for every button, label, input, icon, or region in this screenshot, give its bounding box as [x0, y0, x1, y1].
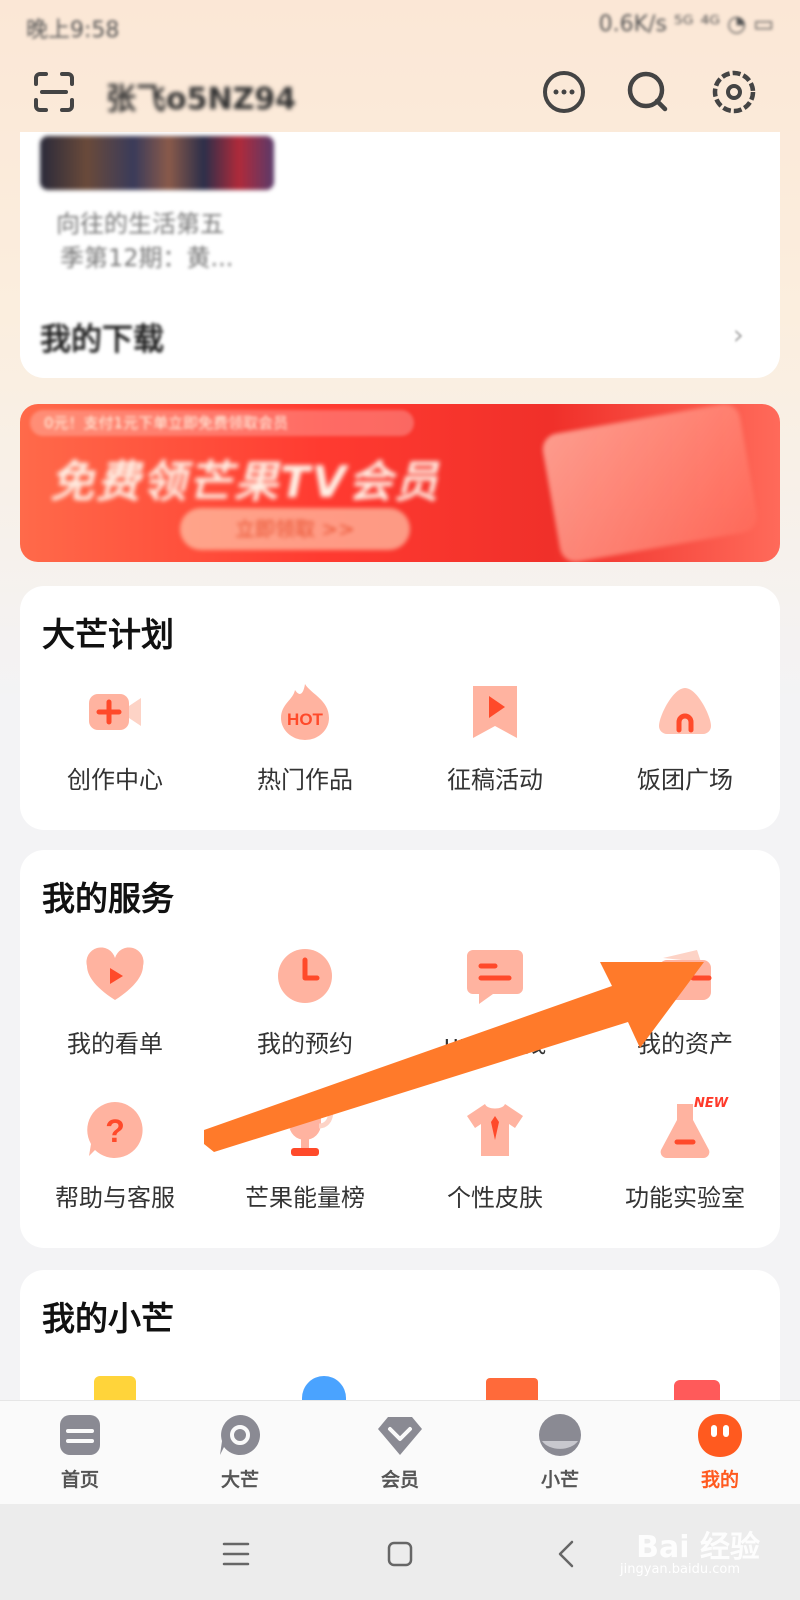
grid-item-label: 征稿活动: [447, 766, 543, 794]
grid-item-up-earnings[interactable]: up主赚钱: [400, 944, 590, 1059]
grid-item-label: 我的预约: [257, 1030, 353, 1058]
nav-label: 首页: [60, 1469, 99, 1491]
grid-item-label: 功能实验室: [625, 1184, 745, 1212]
grid-item-personal-skins[interactable]: 个性皮肤: [400, 1098, 590, 1213]
question-icon: ?: [87, 1102, 143, 1158]
banner-top-text: 0元！支付1元下单立即免费领取会员: [30, 410, 414, 436]
grid-item-label: 个性皮肤: [447, 1184, 543, 1212]
grid-item-my-reservations[interactable]: 我的预约: [210, 944, 400, 1059]
grid-item-my-assets[interactable]: 我的资产: [590, 944, 780, 1059]
grid-item-feature-lab[interactable]: 功能实验室: [590, 1098, 780, 1213]
nav-label: 大芒: [220, 1469, 259, 1491]
heart-play-icon: [86, 947, 144, 1000]
svg-text:?: ?: [105, 1113, 125, 1149]
promo-banner[interactable]: 0元！支付1元下单立即免费领取会员 免费领芒果TV会员 立即领取 >>: [20, 404, 780, 562]
back-icon[interactable]: [548, 1534, 588, 1574]
menu-icon[interactable]: [216, 1534, 256, 1574]
xiaomang-icon: [539, 1414, 581, 1456]
nav-item-mine[interactable]: 我的: [660, 1411, 780, 1492]
bottom-nav: 首页 大芒 会员 小芒 我的: [0, 1400, 800, 1505]
nav-label: 小芒: [540, 1469, 579, 1491]
nav-item-dam[interactable]: 大芒: [180, 1411, 300, 1492]
vip-icon: [378, 1417, 422, 1455]
grid-item-label: 创作中心: [67, 766, 163, 794]
clock-icon: [278, 949, 332, 1003]
grid-item-label: 饭团广场: [637, 766, 733, 794]
username[interactable]: 张飞o5NZ94: [106, 74, 296, 118]
grid-item-label: 芒果能量榜: [245, 1184, 365, 1212]
grid-item-label: 热门作品: [257, 766, 353, 794]
nav-label: 我的: [700, 1469, 739, 1491]
system-nav-bar: Bai 经验 jingyan.baidu.com: [0, 1504, 800, 1600]
nav-item-home[interactable]: 首页: [20, 1411, 140, 1492]
shirt-icon: [467, 1104, 523, 1156]
grid-item-hot-works[interactable]: HOT 热门作品: [210, 680, 400, 795]
my-services-section: 我的服务 我的看单 我的预约 up主赚钱 我的资产 ? 帮助与客服 芒果能量榜 …: [20, 850, 780, 1248]
hot-flame-icon: HOT: [281, 684, 329, 740]
new-badge: NEW: [694, 1096, 729, 1111]
status-time: 晚上9:58: [26, 18, 120, 43]
grid-item-my-watchlist[interactable]: 我的看单: [20, 944, 210, 1059]
search-icon[interactable]: [624, 68, 672, 116]
status-bar: 晚上9:58 0.6K/s ⁵ᴳ ⁴ᴳ ◔ ▭: [0, 0, 800, 50]
wallet-icon: [659, 950, 712, 1000]
message-icon[interactable]: [540, 68, 588, 116]
home-square-icon[interactable]: [380, 1534, 420, 1574]
banner-illustration: [540, 404, 760, 562]
history-card: 向往的生活第五 季第12期：黄... 我的下载 ›: [20, 132, 780, 378]
scan-icon[interactable]: [30, 68, 78, 116]
status-indicators: 0.6K/s ⁵ᴳ ⁴ᴳ ◔ ▭: [598, 12, 774, 37]
cart-icon[interactable]: [486, 1378, 538, 1402]
nav-item-vip[interactable]: 会员: [340, 1411, 460, 1492]
grid-item-label: up主赚钱: [443, 1030, 547, 1058]
grid-item-label: 我的资产: [637, 1030, 733, 1058]
grid-item-submission-events[interactable]: 征稿活动: [400, 680, 590, 795]
my-downloads-link[interactable]: 我的下载: [40, 314, 164, 359]
settings-icon[interactable]: [710, 68, 758, 116]
grid-item-energy-ranking[interactable]: 芒果能量榜: [210, 1098, 400, 1213]
trophy-icon: [276, 1104, 334, 1156]
mine-icon: [698, 1414, 742, 1457]
clipboard-icon[interactable]: [94, 1376, 136, 1402]
home-icon: [60, 1415, 100, 1455]
grid-item-fan-plaza[interactable]: 饭团广场: [590, 680, 780, 795]
section-title: 大芒计划: [42, 615, 174, 654]
watermark-url: jingyan.baidu.com: [620, 1562, 740, 1577]
dam-plan-section: 大芒计划 创作中心 HOT 热门作品 征稿活动 饭团广场: [20, 586, 780, 830]
history-item-title-line1: 向往的生活第五: [56, 210, 224, 238]
watermark-text: Bai 经验: [636, 1530, 760, 1565]
planet-icon[interactable]: [302, 1376, 346, 1402]
rice-ball-icon: [659, 688, 711, 734]
section-title: 我的小芒: [42, 1299, 174, 1338]
chevron-right-icon: ›: [732, 318, 744, 351]
grid-item-help-support[interactable]: ? 帮助与客服: [20, 1098, 210, 1213]
history-thumbnail[interactable]: [40, 136, 274, 190]
dam-icon: [220, 1415, 260, 1455]
banner-title: 免费领芒果TV会员: [50, 457, 441, 508]
grid-item-label: 帮助与客服: [55, 1184, 175, 1212]
banner-claim-button[interactable]: 立即领取 >>: [180, 508, 410, 550]
play-bookmark-icon: [473, 686, 517, 738]
top-bar: 张飞o5NZ94: [0, 60, 800, 132]
chat-bubble-icon: [467, 950, 523, 1004]
history-item-title-line2: 季第12期：黄...: [60, 244, 234, 272]
grid-item-label: 我的看单: [67, 1030, 163, 1058]
svg-text:HOT: HOT: [287, 710, 324, 729]
nav-item-xiaomang[interactable]: 小芒: [500, 1411, 620, 1492]
video-plus-icon: [89, 694, 141, 730]
nav-label: 会员: [380, 1469, 419, 1491]
section-title: 我的服务: [42, 879, 174, 918]
grid-item-creation-center[interactable]: 创作中心: [20, 680, 210, 795]
coupon-icon[interactable]: [674, 1380, 720, 1402]
